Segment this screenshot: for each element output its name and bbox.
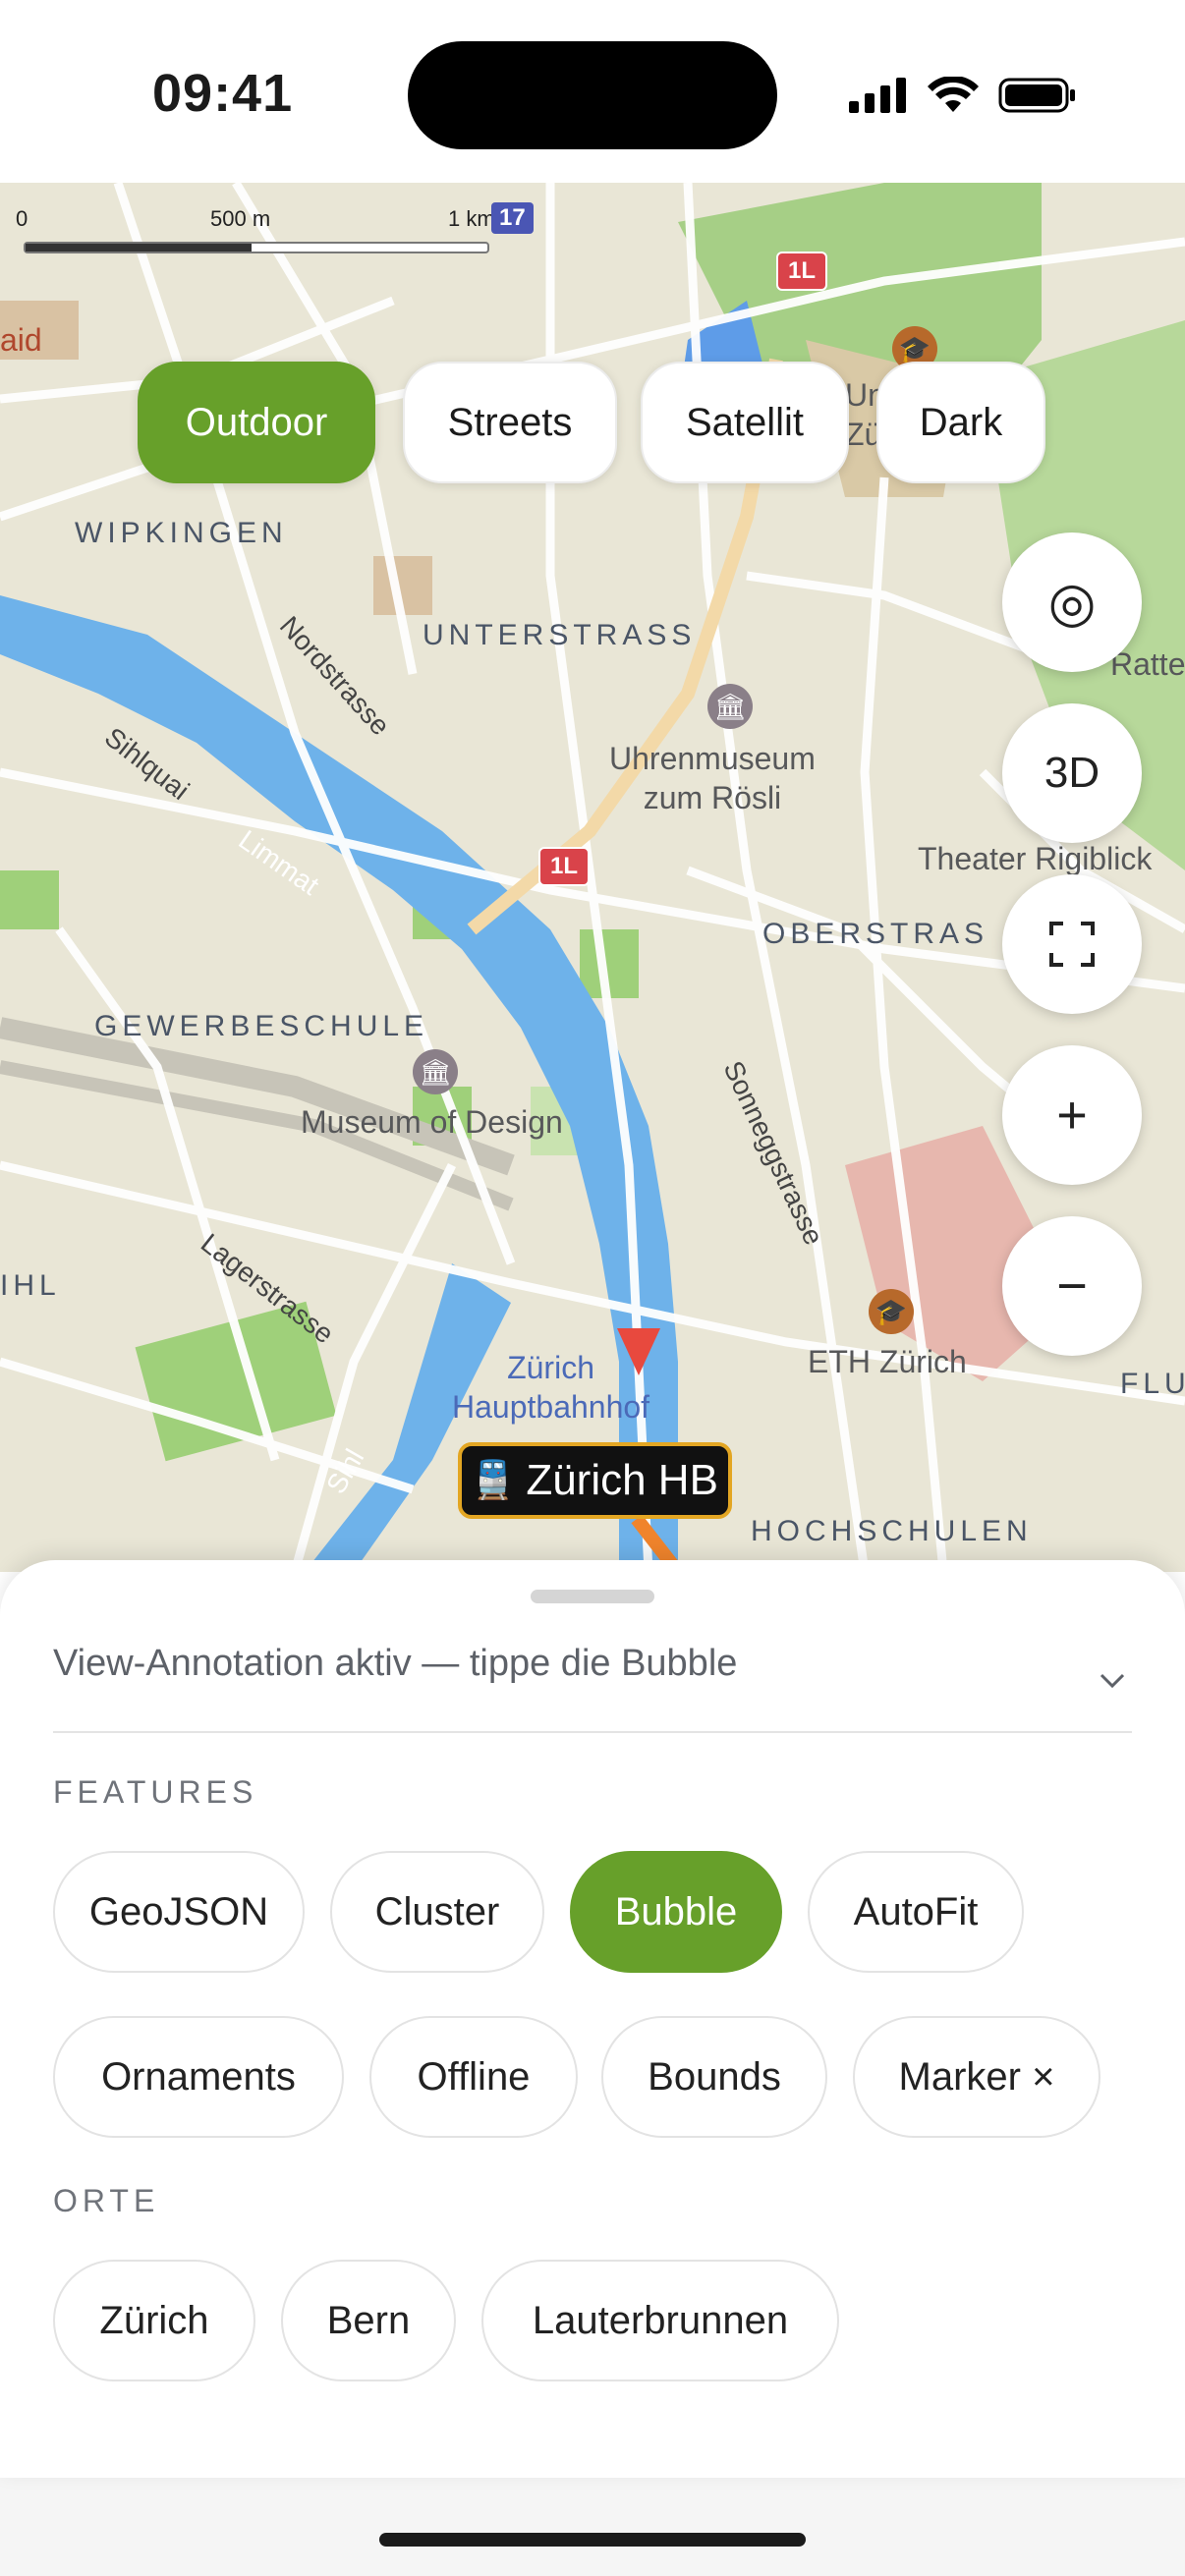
feature-chip-offline[interactable]: Offline	[369, 2016, 578, 2138]
status-icons	[849, 73, 1077, 118]
bubble-label: Zürich HB	[526, 1456, 718, 1504]
style-chip-dark[interactable]: Dark	[876, 362, 1045, 483]
style-chip-streets[interactable]: Streets	[403, 362, 617, 483]
train-icon: 🚆	[470, 1460, 517, 1501]
places-title: ORTE	[53, 2183, 160, 2218]
poi-label: aid	[0, 322, 42, 358]
location-pin-icon[interactable]	[617, 1328, 660, 1375]
style-chip-outdoor[interactable]: Outdoor	[138, 362, 375, 483]
museum-icon: 🏛	[707, 684, 753, 729]
museum-icon: 🏛	[413, 1049, 458, 1094]
chevron-down-icon[interactable]	[1099, 1660, 1126, 1699]
scale-mid-label: 500 m	[210, 206, 271, 231]
feature-chip-bounds[interactable]: Bounds	[601, 2016, 827, 2138]
road-shield: 1L	[538, 847, 591, 886]
district-label: UNTERSTRASS	[423, 619, 697, 651]
district-label: HOCHSCHULEN	[751, 1515, 1033, 1547]
road-shield: 1L	[776, 252, 828, 291]
home-indicator-area	[0, 2478, 1185, 2576]
cellular-signal-icon	[849, 78, 906, 113]
zoom-in-button[interactable]: +	[1002, 1045, 1142, 1185]
zoom-out-button[interactable]: −	[1002, 1216, 1142, 1356]
compass-icon: ◎	[1047, 571, 1097, 633]
feature-chip-marker[interactable]: Marker ×	[853, 2016, 1100, 2138]
scale-end-label: 1 km	[448, 206, 495, 231]
divider	[53, 1731, 1132, 1733]
district-label: IHL	[0, 1269, 61, 1302]
place-chip-bern[interactable]: Bern	[281, 2260, 456, 2381]
feature-chip-cluster[interactable]: Cluster	[330, 1851, 544, 1973]
features-title: FEATURES	[53, 1774, 258, 1810]
style-chip-satellit[interactable]: Satellit	[641, 362, 849, 483]
compass-button[interactable]: ◎	[1002, 532, 1142, 672]
feature-chip-ornaments[interactable]: Ornaments	[53, 2016, 344, 2138]
district-label: WIPKINGEN	[75, 517, 288, 549]
fullscreen-icon	[1049, 922, 1095, 967]
scale-bar: 0 500 m 1 km	[14, 202, 495, 253]
dynamic-island	[408, 41, 777, 149]
bottom-sheet: View-Annotation aktiv — tippe die Bubble…	[0, 1560, 1185, 2478]
status-text: View-Annotation aktiv — tippe die Bubble	[53, 1643, 738, 1684]
poi-label: Museum of Design	[301, 1104, 563, 1140]
district-label: FLU	[1120, 1368, 1185, 1400]
battery-icon	[998, 78, 1075, 113]
poi-label: ETH Zürich	[808, 1344, 967, 1379]
station-bubble[interactable]: 🚆 Zürich HB	[458, 1442, 732, 1519]
district-label: OBERSTRAS	[762, 918, 989, 950]
feature-chip-geojson[interactable]: GeoJSON	[53, 1851, 305, 1973]
district-label: GEWERBESCHULE	[94, 1010, 429, 1042]
scale-zero-label: 0	[16, 206, 28, 231]
three-d-button[interactable]: 3D	[1002, 703, 1142, 843]
fullscreen-button[interactable]	[1002, 874, 1142, 1014]
map-style-selector: Outdoor Streets Satellit Dark	[0, 362, 1185, 487]
home-indicator[interactable]	[379, 2533, 806, 2547]
place-chip-zurich[interactable]: Zürich	[53, 2260, 255, 2381]
route-badge: 17	[491, 202, 534, 234]
place-chip-lauterbrunnen[interactable]: Lauterbrunnen	[481, 2260, 839, 2381]
status-time: 09:41	[152, 64, 294, 123]
university-icon: 🎓	[869, 1289, 914, 1334]
wifi-icon	[928, 77, 979, 112]
status-bar: 09:41	[0, 0, 1185, 183]
poi-label: Uhrenmuseum zum Rösli	[609, 741, 816, 815]
feature-chip-autofit[interactable]: AutoFit	[808, 1851, 1024, 1973]
poi-label: Theater Rigiblick	[918, 841, 1153, 876]
feature-chip-bubble[interactable]: Bubble	[570, 1851, 782, 1973]
sheet-grabber[interactable]	[531, 1590, 654, 1603]
